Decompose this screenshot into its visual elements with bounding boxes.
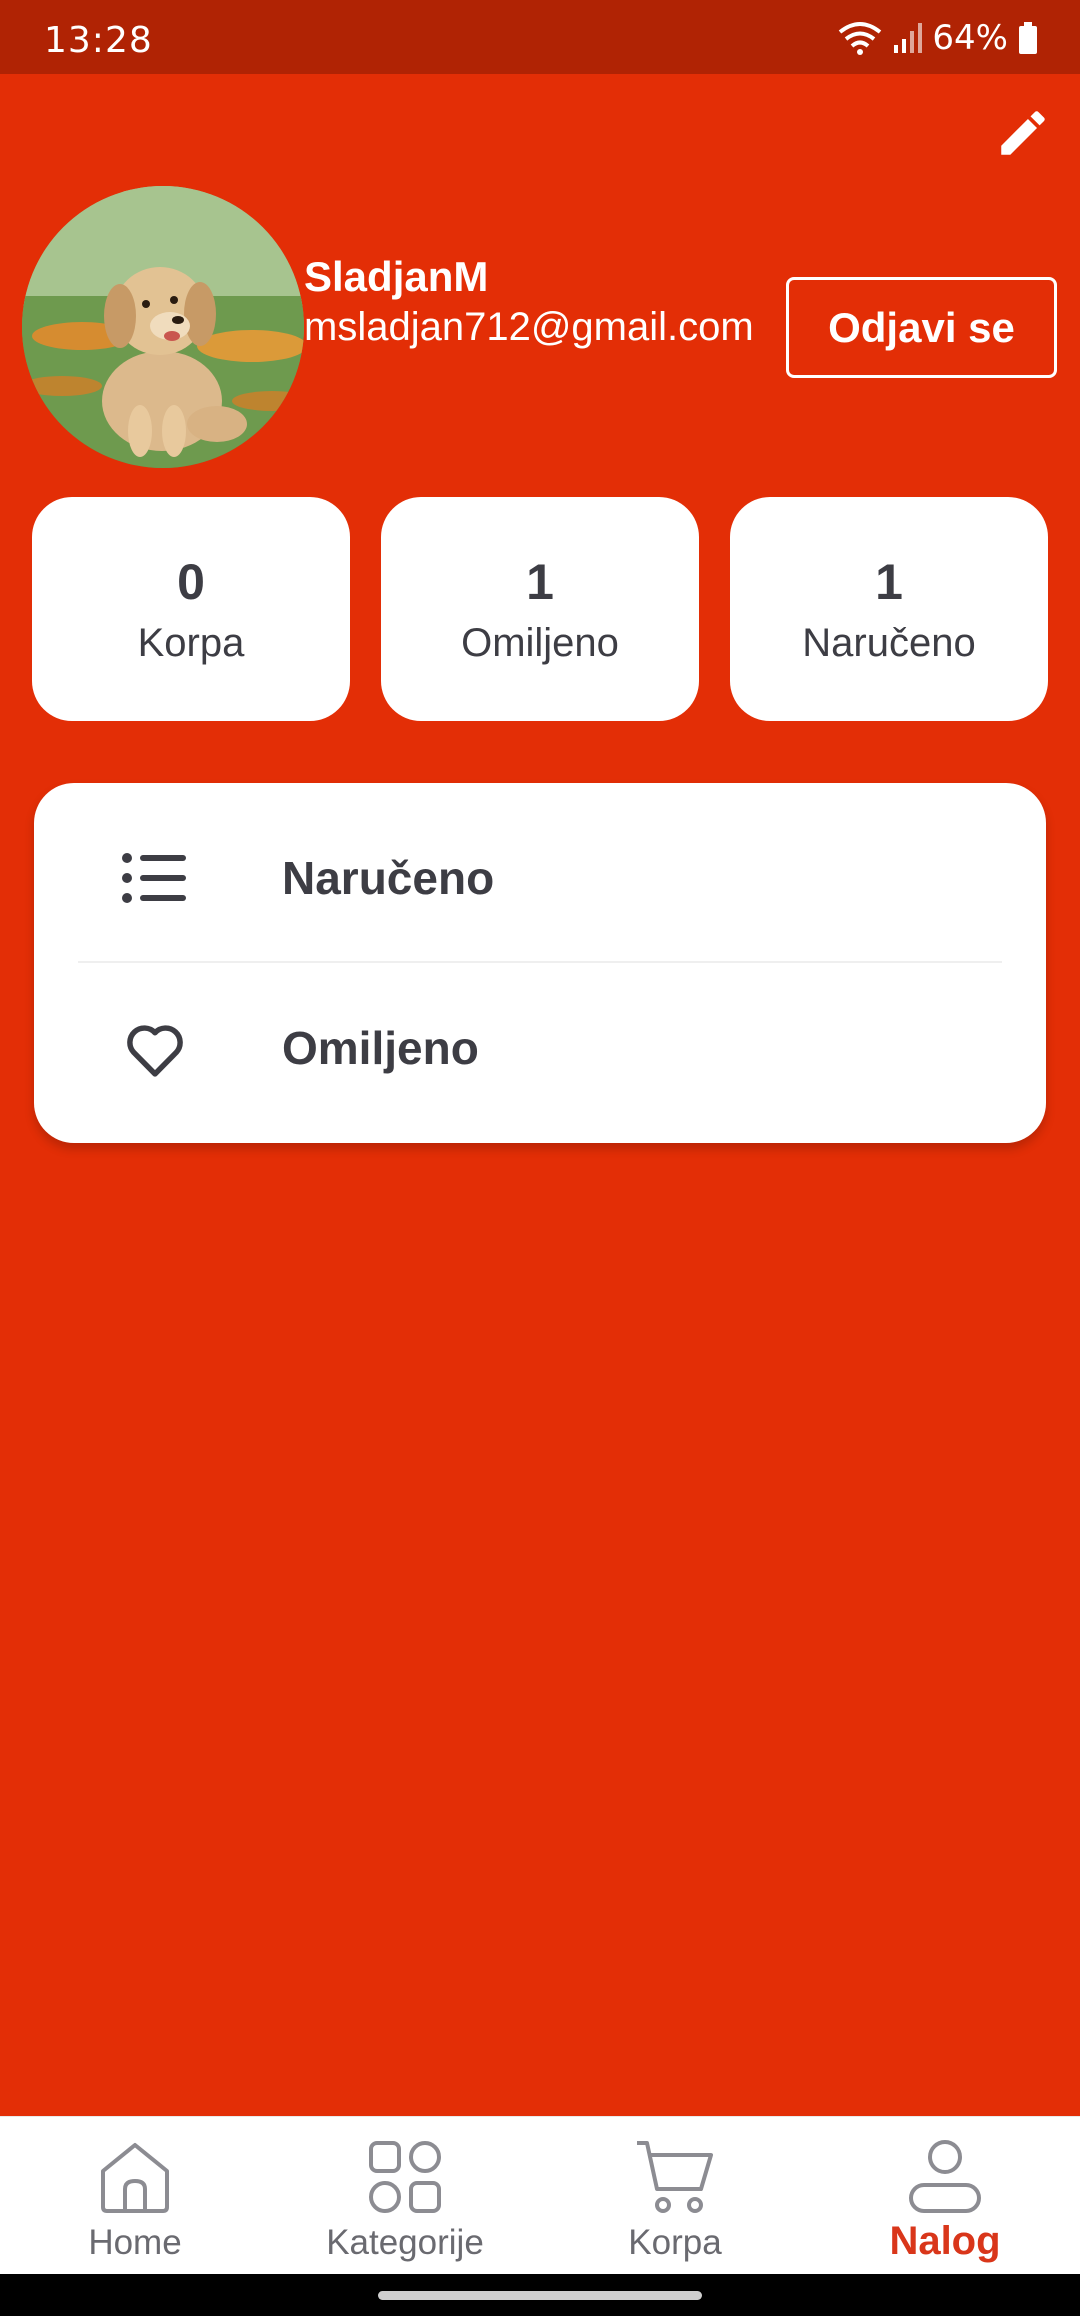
nav-item-categories[interactable]: Kategorije: [270, 2117, 540, 2275]
list-icon: [120, 843, 190, 913]
nav-label: Nalog: [889, 2219, 1001, 2263]
stat-label: Korpa: [137, 620, 245, 665]
nav-label: Home: [88, 2223, 182, 2262]
profile-email: msladjan712@gmail.com: [304, 305, 754, 349]
heart-icon: [120, 1013, 190, 1083]
stat-count: 1: [875, 553, 903, 610]
grid-icon: [365, 2137, 445, 2217]
profile-username: SladjanM: [304, 253, 489, 300]
battery-percentage: 64%: [932, 18, 1008, 58]
bottom-navigation: Home Kategorije Korpa Nalog: [0, 2116, 1080, 2274]
user-icon: [905, 2137, 985, 2217]
home-icon: [95, 2137, 175, 2217]
stat-card-favorites[interactable]: 1 Omiljeno: [381, 497, 699, 721]
stat-count: 1: [526, 553, 554, 610]
stat-card-cart[interactable]: 0 Korpa: [32, 497, 350, 721]
stat-label: Omiljeno: [461, 620, 619, 665]
pencil-icon: [1001, 111, 1045, 155]
nav-item-cart[interactable]: Korpa: [540, 2117, 810, 2275]
signal-icon: [894, 23, 923, 53]
nav-item-home[interactable]: Home: [0, 2117, 270, 2275]
menu-item-label: Omiljeno: [282, 1022, 479, 1074]
gesture-bar: [0, 2274, 1080, 2316]
menu-card: Naručeno Omiljeno: [34, 783, 1046, 1143]
status-time: 13:28: [44, 20, 153, 61]
status-bar: 13:28 64%: [0, 0, 1080, 74]
nav-item-account[interactable]: Nalog: [810, 2117, 1080, 2275]
logout-button[interactable]: Odjavi se: [786, 277, 1057, 378]
stat-card-orders[interactable]: 1 Naručeno: [730, 497, 1048, 721]
avatar: [22, 186, 304, 468]
edit-profile-button[interactable]: [990, 100, 1056, 166]
battery-icon: [1019, 22, 1037, 54]
status-indicators: 64%: [838, 18, 1038, 58]
stat-label: Naručeno: [802, 620, 976, 665]
home-indicator[interactable]: [378, 2291, 702, 2300]
nav-label: Korpa: [628, 2223, 722, 2262]
menu-item-orders[interactable]: Naručeno: [34, 793, 1046, 963]
cart-icon: [635, 2137, 715, 2217]
menu-item-favorites[interactable]: Omiljeno: [34, 963, 1046, 1133]
dog-photo: [22, 186, 304, 468]
stat-count: 0: [177, 553, 205, 610]
wifi-icon: [839, 22, 882, 55]
menu-item-label: Naručeno: [282, 852, 495, 904]
nav-label: Kategorije: [326, 2223, 484, 2262]
